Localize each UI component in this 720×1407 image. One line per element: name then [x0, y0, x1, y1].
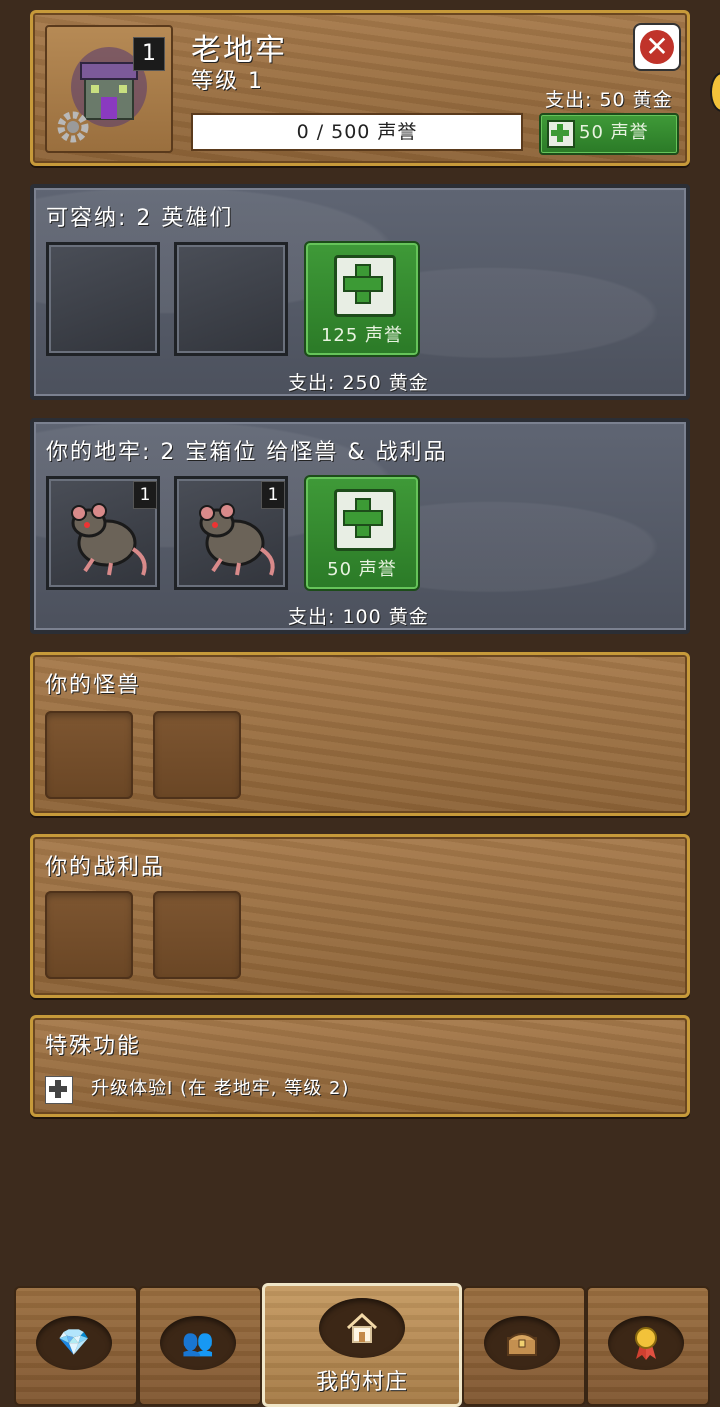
chest-icon: [484, 1316, 560, 1370]
loot-slot[interactable]: [45, 891, 133, 979]
coin-icon: [710, 72, 720, 112]
dungeon-chest-title: 你的地牢: 2 宝箱位 给怪兽 & 战利品: [46, 440, 448, 465]
hero-slot[interactable]: [46, 242, 160, 356]
chest-slot[interactable]: 1: [174, 476, 288, 590]
dungeon-chest-cost: 支出: 100 黄金: [288, 606, 429, 628]
nav-tab-heroes[interactable]: 👥: [138, 1286, 262, 1406]
heroes-icon: 👥: [160, 1316, 236, 1370]
monster-level-badge: 1: [261, 481, 285, 509]
close-button[interactable]: ✕: [633, 23, 681, 71]
upgrade-button[interactable]: 50 声誉: [539, 113, 679, 155]
plus-icon: [547, 120, 575, 148]
house-icon: [319, 1298, 405, 1358]
monsters-panel: 你的怪兽: [30, 652, 690, 816]
heroes-capacity-panel: 可容纳: 2 英雄们 125 声誉 支出: 250 黄金: [30, 184, 690, 400]
nav-tab-shop[interactable]: 💎: [14, 1286, 138, 1406]
gear-icon[interactable]: [53, 107, 93, 147]
building-header-panel: 1 老地牢 等级 1 0 / 500 声誉 支出: 50 黄金 50 声誉 ✕: [30, 10, 690, 166]
monster-slot[interactable]: [45, 711, 133, 799]
loot-slot[interactable]: [153, 891, 241, 979]
reputation-progress-text: 0 / 500 声誉: [296, 121, 418, 143]
monsters-title: 你的怪兽: [45, 673, 142, 698]
diamond-icon: 💎: [36, 1316, 112, 1370]
upgrade-button-label: 50 声誉: [579, 122, 649, 143]
heroes-capacity-title: 可容纳: 2 英雄们: [46, 206, 234, 231]
loot-panel: 你的战利品: [30, 834, 690, 998]
nav-tab-my-village-label: 我的村庄: [315, 1370, 408, 1395]
level-badge: 1: [133, 37, 165, 71]
building-level: 等级 1: [191, 69, 264, 94]
special-feature-item[interactable]: 升级体验I (在 老地牢, 等级 2): [45, 1074, 645, 1104]
special-features-title: 特殊功能: [45, 1034, 142, 1059]
building-thumbnail[interactable]: 1: [45, 25, 173, 153]
close-icon: ✕: [640, 30, 674, 64]
reputation-progress-bar: 0 / 500 声誉: [191, 113, 523, 151]
heroes-capacity-cost: 支出: 250 黄金: [288, 372, 429, 394]
special-features-panel: 特殊功能 升级体验I (在 老地牢, 等级 2): [30, 1015, 690, 1117]
hero-slot[interactable]: [174, 242, 288, 356]
monster-level-badge: 1: [133, 481, 157, 509]
add-chest-slot-cost: 50 声誉: [327, 559, 397, 580]
nav-tab-achievements[interactable]: [586, 1286, 710, 1406]
plus-icon: [334, 489, 396, 551]
special-feature-text: 升级体验I (在 老地牢, 等级 2): [91, 1078, 350, 1099]
medal-icon: [608, 1316, 684, 1370]
upgrade-cost: 支出: 50 黄金: [545, 89, 673, 111]
add-chest-slot-button[interactable]: 50 声誉: [304, 475, 420, 591]
monster-slot[interactable]: [153, 711, 241, 799]
add-hero-slot-cost: 125 声誉: [320, 325, 404, 346]
nav-tab-my-village[interactable]: 我的村庄: [262, 1283, 462, 1407]
dungeon-chest-panel: 你的地牢: 2 宝箱位 给怪兽 & 战利品 1 1 50 声誉 支出: 100 …: [30, 418, 690, 634]
nav-tab-inventory[interactable]: [462, 1286, 586, 1406]
plus-icon: [334, 255, 396, 317]
loot-title: 你的战利品: [45, 855, 166, 880]
add-hero-slot-button[interactable]: 125 声誉: [304, 241, 420, 357]
chest-slot[interactable]: 1: [46, 476, 160, 590]
plus-icon: [45, 1076, 73, 1104]
